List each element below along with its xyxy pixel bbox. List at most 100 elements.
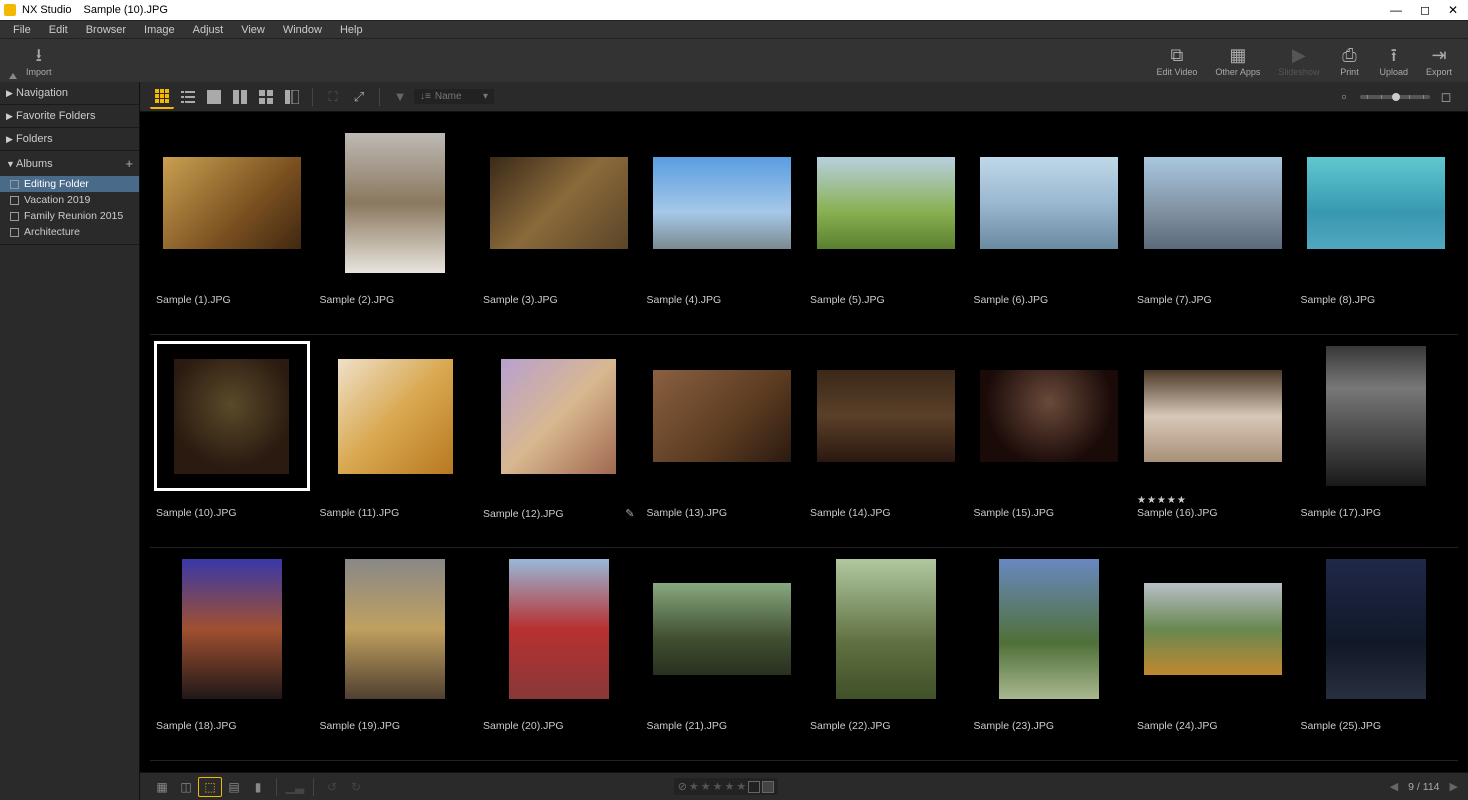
- bottom-btn-1[interactable]: ▦: [150, 777, 174, 797]
- view-split-vertical-button[interactable]: [228, 85, 252, 109]
- close-button[interactable]: ✕: [1448, 3, 1458, 17]
- thumbnail-image: [345, 559, 445, 699]
- star-1-button[interactable]: ★: [689, 780, 699, 793]
- album-item[interactable]: Vacation 2019: [0, 192, 139, 208]
- star-4-button[interactable]: ★: [725, 780, 735, 793]
- bottom-btn-4[interactable]: ▤: [222, 777, 246, 797]
- minimize-button[interactable]: —: [1390, 3, 1402, 17]
- thumbnail-cell[interactable]: Sample (8).JPG: [1295, 122, 1459, 335]
- app-title: NX Studio: [22, 4, 72, 16]
- thumbnail-scroll[interactable]: Sample (1).JPGSample (2).JPGSample (3).J…: [140, 112, 1468, 772]
- thumbnail-cell[interactable]: ★★★★★Sample (16).JPG: [1131, 335, 1295, 548]
- sort-dropdown[interactable]: ↓≡ Name ▾: [414, 89, 494, 104]
- star-3-button[interactable]: ★: [713, 780, 723, 793]
- thumbnail-cell[interactable]: Sample (4).JPG: [641, 122, 805, 335]
- import-button[interactable]: ⭳ Import: [18, 45, 60, 77]
- print-button[interactable]: ⎙ Print: [1329, 45, 1369, 77]
- add-album-button[interactable]: +: [125, 156, 133, 171]
- sidebar-section-folders[interactable]: ▶ Folders: [0, 128, 139, 150]
- thumbnail-cell[interactable]: Sample (17).JPG: [1295, 335, 1459, 548]
- label-button[interactable]: [748, 781, 760, 793]
- thumbnail-cell[interactable]: Sample (15).JPG: [968, 335, 1132, 548]
- album-item[interactable]: Editing Folder: [0, 176, 139, 192]
- thumbnail-image: [1144, 370, 1282, 462]
- menu-edit[interactable]: Edit: [42, 24, 75, 36]
- sidebar-section-albums[interactable]: ▼ Albums +: [0, 151, 139, 176]
- menu-browser[interactable]: Browser: [79, 24, 133, 36]
- other-apps-icon: ▦: [1229, 45, 1246, 65]
- star-2-button[interactable]: ★: [701, 780, 711, 793]
- view-quad-button[interactable]: [254, 85, 278, 109]
- sidebar-section-navigation[interactable]: ▶ Navigation: [0, 82, 139, 104]
- side-tab-indicator[interactable]: [8, 39, 18, 83]
- sidebar-section-favorite[interactable]: ▶ Favorite Folders: [0, 105, 139, 127]
- other-apps-button[interactable]: ▦ Other Apps: [1207, 45, 1268, 77]
- thumbnail-cell[interactable]: Sample (11).JPG: [314, 335, 478, 548]
- thumbnail-rating: [1301, 495, 1453, 507]
- next-page-button[interactable]: ▶: [1450, 780, 1458, 793]
- fullscreen-button[interactable]: ⤢: [347, 85, 371, 109]
- thumbnail-cell[interactable]: Sample (5).JPG: [804, 122, 968, 335]
- menu-file[interactable]: File: [6, 24, 38, 36]
- thumbnail-box: [1135, 128, 1291, 278]
- thumbnail-size-slider[interactable]: [1360, 95, 1430, 99]
- thumbnail-meta: Sample (4).JPG: [645, 278, 801, 328]
- thumbnail-meta: Sample (24).JPG: [1135, 704, 1291, 754]
- thumb-large-button[interactable]: ◻: [1434, 85, 1458, 109]
- slider-knob[interactable]: [1392, 93, 1400, 101]
- thumbnail-filename: Sample (7).JPG: [1137, 294, 1289, 306]
- album-item[interactable]: Family Reunion 2015: [0, 208, 139, 224]
- thumbnail-box: [318, 554, 474, 704]
- thumbnail-cell[interactable]: Sample (12).JPG✎: [477, 335, 641, 548]
- view-compare-button[interactable]: [280, 85, 304, 109]
- menu-view[interactable]: View: [234, 24, 272, 36]
- thumbnail-cell[interactable]: Sample (23).JPG: [968, 548, 1132, 761]
- bottom-btn-2[interactable]: ◫: [174, 777, 198, 797]
- thumbnail-cell[interactable]: Sample (25).JPG: [1295, 548, 1459, 761]
- filter-button[interactable]: ▼: [388, 85, 412, 109]
- bottom-btn-3[interactable]: ⬚: [198, 777, 222, 797]
- thumb-small-button[interactable]: ▫: [1332, 85, 1356, 109]
- star-5-button[interactable]: ★: [736, 780, 746, 793]
- thumbnail-cell[interactable]: Sample (14).JPG: [804, 335, 968, 548]
- menu-image[interactable]: Image: [137, 24, 182, 36]
- separator: [312, 88, 313, 106]
- thumbnail-meta: Sample (17).JPG: [1299, 491, 1455, 541]
- thumbnail-cell[interactable]: Sample (13).JPG: [641, 335, 805, 548]
- thumbnail-cell[interactable]: Sample (2).JPG: [314, 122, 478, 335]
- clear-rating-button[interactable]: ⊘: [678, 780, 687, 793]
- bottom-btn-5[interactable]: ▮: [246, 777, 270, 797]
- upload-button[interactable]: ⭱ Upload: [1371, 45, 1416, 77]
- view-grid-button[interactable]: [150, 85, 174, 109]
- other-apps-label: Other Apps: [1215, 67, 1260, 77]
- thumbnail-cell[interactable]: Sample (6).JPG: [968, 122, 1132, 335]
- edit-video-button[interactable]: ⧉ Edit Video: [1149, 45, 1206, 77]
- thumbnail-cell[interactable]: Sample (1).JPG: [150, 122, 314, 335]
- thumbnail-cell[interactable]: Sample (24).JPG: [1131, 548, 1295, 761]
- album-label: Vacation 2019: [24, 194, 90, 206]
- thumbnail-cell[interactable]: Sample (10).JPG: [150, 335, 314, 548]
- thumbnail-cell[interactable]: Sample (22).JPG: [804, 548, 968, 761]
- thumbnail-cell[interactable]: Sample (20).JPG: [477, 548, 641, 761]
- label2-button[interactable]: [762, 781, 774, 793]
- thumbnail-filename: Sample (12).JPG: [483, 508, 621, 520]
- prev-page-button[interactable]: ◀: [1390, 780, 1398, 793]
- view-single-button[interactable]: [202, 85, 226, 109]
- zoom-fit-button[interactable]: ⛶: [321, 85, 345, 109]
- menu-help[interactable]: Help: [333, 24, 370, 36]
- slideshow-button: ▶ Slideshow: [1270, 45, 1327, 77]
- thumbnail-cell[interactable]: Sample (19).JPG: [314, 548, 478, 761]
- thumbnail-cell[interactable]: Sample (21).JPG: [641, 548, 805, 761]
- menu-adjust[interactable]: Adjust: [186, 24, 231, 36]
- thumbnail-cell[interactable]: Sample (18).JPG: [150, 548, 314, 761]
- view-list-button[interactable]: [176, 85, 200, 109]
- maximize-button[interactable]: ◻: [1420, 3, 1430, 17]
- export-button[interactable]: ⇥ Export: [1418, 45, 1460, 77]
- album-item[interactable]: Architecture: [0, 224, 139, 240]
- thumbnail-meta: Sample (21).JPG: [645, 704, 801, 754]
- thumbnail-box: [1299, 128, 1455, 278]
- menu-window[interactable]: Window: [276, 24, 329, 36]
- thumbnail-cell[interactable]: Sample (3).JPG: [477, 122, 641, 335]
- thumbnail-rating: [647, 282, 799, 294]
- thumbnail-cell[interactable]: Sample (7).JPG: [1131, 122, 1295, 335]
